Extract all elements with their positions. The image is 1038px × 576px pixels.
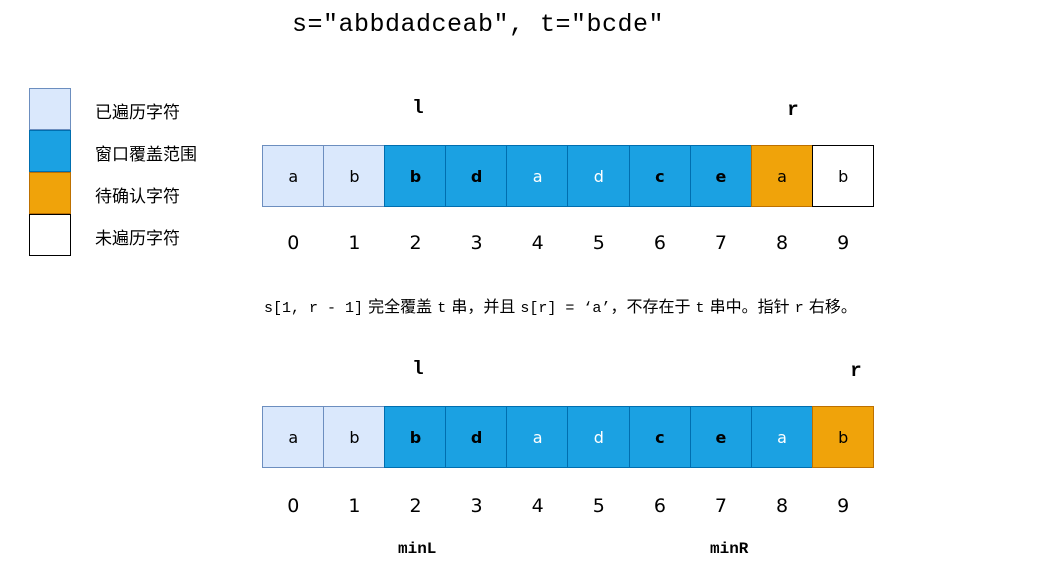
desc-text-5: 右移。 [803, 297, 857, 316]
array-row-1: abbdadceab [262, 145, 875, 207]
array-cell-4: a [506, 406, 569, 468]
index-label-8: 8 [776, 495, 789, 517]
desc-t-2: t [695, 300, 705, 317]
index-label-4: 4 [531, 495, 544, 517]
legend-swatch-unvisited [29, 214, 71, 256]
array-cell-0: a [262, 145, 325, 207]
index-row-1: 0 1 2 3 4 5 6 7 8 9 [262, 232, 873, 254]
index-label-9: 9 [837, 495, 850, 517]
index-label-1: 1 [348, 232, 361, 254]
desc-sr: s[r] = ‘a’ [520, 300, 611, 317]
desc-text-1: 完全覆盖 [363, 297, 438, 316]
pointer-r-1: r [787, 99, 799, 121]
step-description: s[1, r - 1] 完全覆盖 t 串，并且 s[r] = ‘a’，不存在于 … [264, 293, 857, 317]
array-cell-1: b [323, 406, 386, 468]
legend-swatch-visited [29, 88, 71, 130]
index-label-2: 2 [409, 495, 422, 517]
index-label-3: 3 [470, 232, 483, 254]
array-cell-9: b [811, 145, 875, 207]
legend-item-window: 窗口覆盖范围 [29, 130, 229, 172]
legend-swatch-window [29, 130, 71, 172]
index-label-4: 4 [531, 232, 544, 254]
legend-item-visited: 已遍历字符 [29, 88, 229, 130]
legend-swatch-pending [29, 172, 71, 214]
desc-r: r [794, 300, 804, 317]
array-cell-8: a [750, 145, 814, 207]
index-label-9: 9 [837, 232, 850, 254]
array-cell-8: a [750, 406, 814, 468]
array-cell-1: b [323, 145, 386, 207]
index-label-8: 8 [776, 232, 789, 254]
desc-text-2: 串，并且 [446, 297, 521, 316]
desc-range: s[1, r - 1] [264, 300, 364, 317]
index-label-7: 7 [714, 232, 727, 254]
index-label-2: 2 [409, 232, 422, 254]
legend-label-unvisited: 未遍历字符 [95, 229, 180, 249]
array-cell-5: d [567, 406, 631, 468]
index-row-2: 0 1 2 3 4 5 6 7 8 9 [262, 495, 873, 517]
legend-label-pending: 待确认字符 [95, 187, 180, 207]
array-cell-5: d [567, 145, 631, 207]
legend-label-visited: 已遍历字符 [95, 103, 180, 123]
index-label-7: 7 [714, 495, 727, 517]
legend-label-window: 窗口覆盖范围 [95, 145, 197, 165]
array-cell-2: b [384, 145, 447, 207]
index-label-0: 0 [287, 495, 300, 517]
array-cell-7: e [689, 406, 753, 468]
min-left-label: minL [398, 540, 437, 558]
array-cell-7: e [689, 145, 753, 207]
index-label-6: 6 [653, 495, 666, 517]
array-cell-3: d [445, 145, 508, 207]
array-cell-3: d [445, 406, 508, 468]
array-cell-0: a [262, 406, 325, 468]
index-label-3: 3 [470, 495, 483, 517]
legend: 已遍历字符 窗口覆盖范围 待确认字符 未遍历字符 [29, 88, 229, 256]
array-cell-2: b [384, 406, 447, 468]
legend-item-pending: 待确认字符 [29, 172, 229, 214]
legend-item-unvisited: 未遍历字符 [29, 214, 229, 256]
desc-t-1: t [437, 300, 447, 317]
pointer-r-2: r [850, 360, 862, 382]
index-label-0: 0 [287, 232, 300, 254]
index-label-6: 6 [653, 232, 666, 254]
index-label-5: 5 [592, 495, 605, 517]
array-cell-6: c [628, 406, 692, 468]
page-title: s="abbdadceab", t="bcde" [292, 10, 665, 39]
index-label-5: 5 [592, 232, 605, 254]
pointer-l-1: l [412, 97, 424, 119]
array-cell-9: b [811, 406, 875, 468]
array-cell-4: a [506, 145, 569, 207]
array-cell-6: c [628, 145, 692, 207]
array-row-2: abbdadceab [262, 406, 875, 468]
desc-text-3: ，不存在于 [610, 297, 696, 316]
pointer-l-2: l [412, 358, 424, 380]
min-right-label: minR [710, 540, 749, 558]
index-label-1: 1 [348, 495, 361, 517]
desc-text-4: 串中。指针 [704, 297, 795, 316]
